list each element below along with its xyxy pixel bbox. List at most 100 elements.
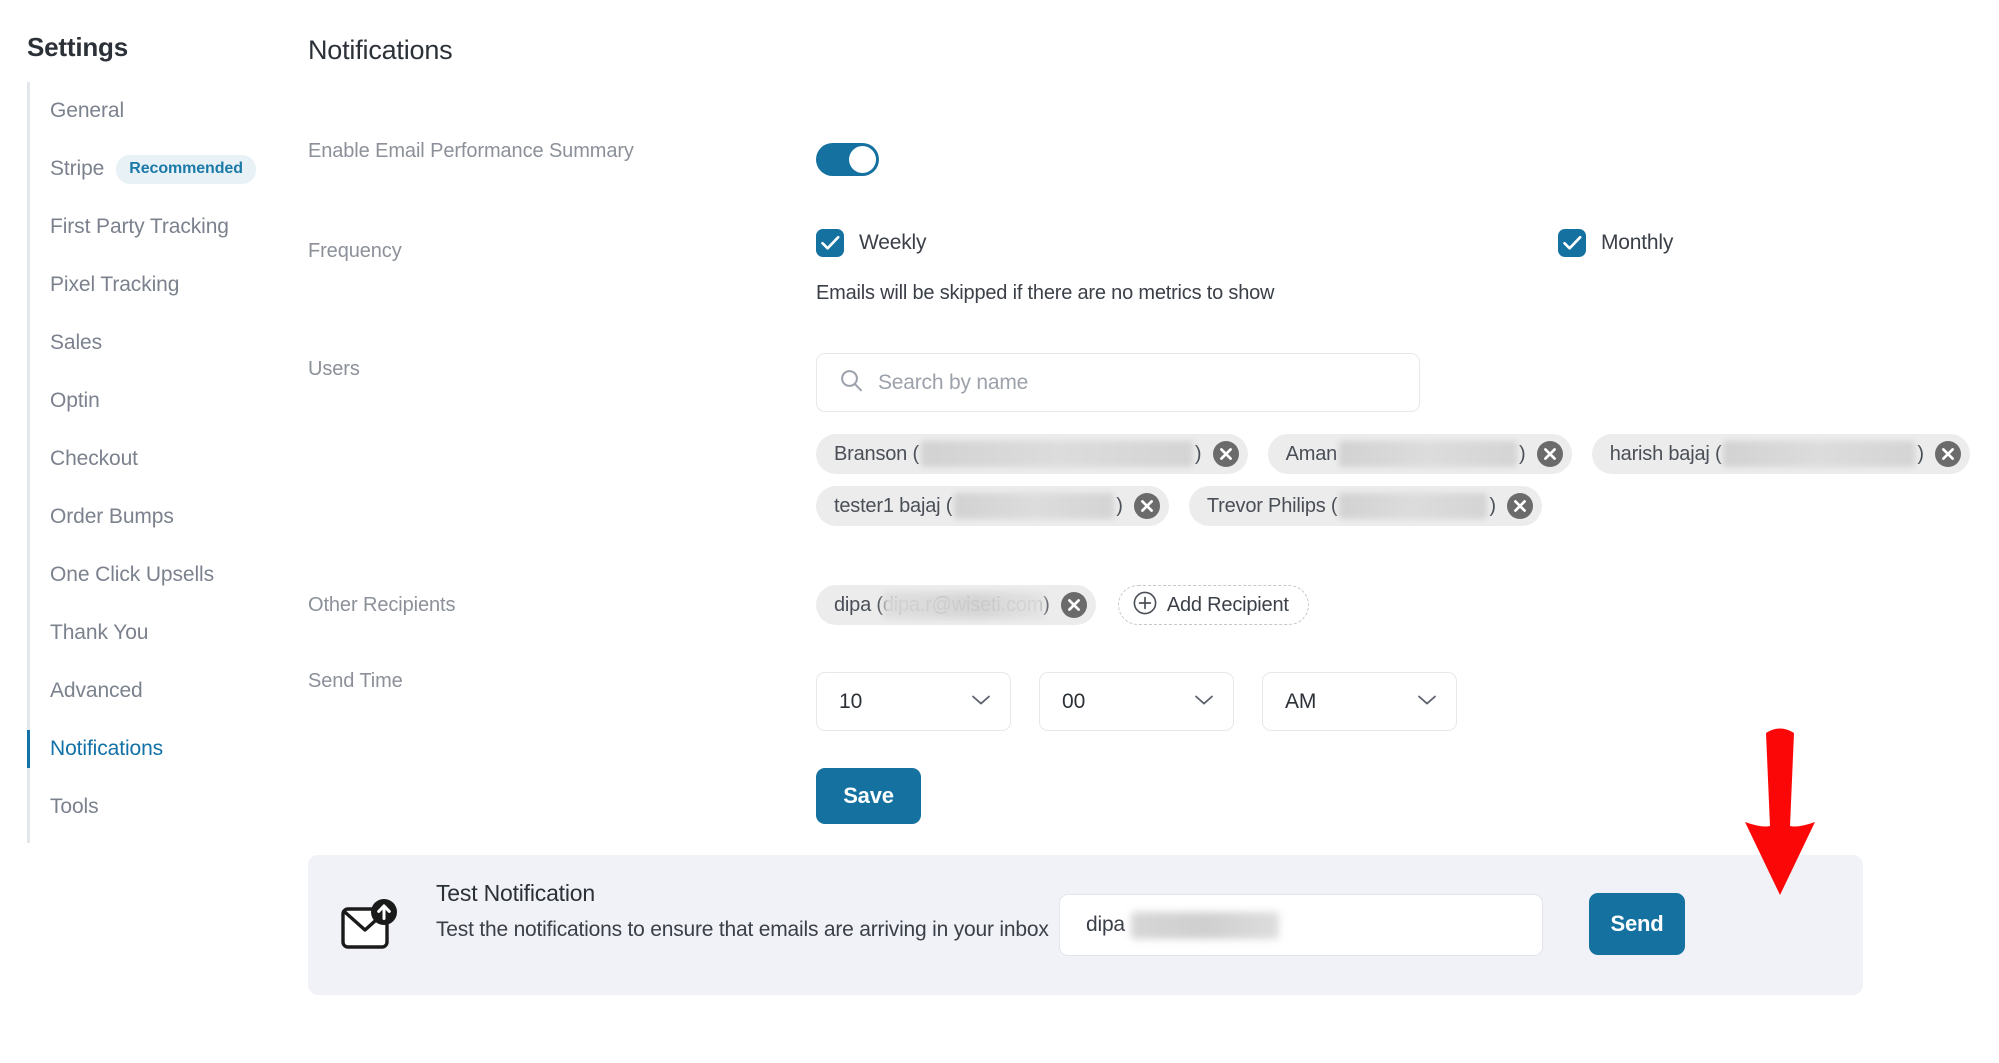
sidebar-title: Settings [27, 32, 128, 62]
chevron-down-icon [971, 693, 991, 711]
chip-paren: ) [1194, 442, 1202, 465]
select-value: 10 [839, 689, 863, 713]
notifications-panel: Notifications Enable Email Performance S… [300, 0, 1999, 1063]
send-time-meridiem-select[interactable]: AM [1262, 672, 1457, 731]
enable-summary-toggle[interactable] [816, 143, 879, 176]
sidebar-item-general[interactable]: General [27, 82, 292, 140]
active-indicator [27, 730, 30, 768]
test-email-masked [1130, 911, 1279, 939]
sidebar-item-label: First Party Tracking [50, 215, 229, 238]
toggle-knob [849, 146, 876, 173]
envelope-upload-icon [340, 899, 402, 960]
sidebar-item-pixel-tracking[interactable]: Pixel Tracking [27, 256, 292, 314]
send-time-label: Send Time [308, 670, 403, 692]
chip-name: Aman [1285, 442, 1338, 465]
search-input[interactable] [878, 370, 1358, 395]
weekly-label: Weekly [859, 231, 927, 254]
remove-chip-icon[interactable] [1536, 441, 1563, 467]
send-button[interactable]: Send [1589, 893, 1685, 955]
sidebar-item-optin[interactable]: Optin [27, 372, 292, 430]
select-value: 00 [1062, 689, 1086, 713]
test-email-field[interactable]: dipa [1059, 894, 1543, 956]
monthly-checkbox[interactable]: Monthly [1558, 229, 1673, 257]
other-recipients-label: Other Recipients [308, 594, 456, 616]
add-recipient-button[interactable]: Add Recipient [1117, 585, 1309, 625]
send-time-selects: 10 00 AM [816, 672, 1457, 731]
weekly-checkbox[interactable]: Weekly [816, 229, 926, 257]
settings-notifications-page: Settings General Stripe Recommended Firs… [0, 0, 1999, 1063]
chip-email-masked [920, 441, 1193, 467]
user-chip[interactable]: Branson ( ) [816, 434, 1248, 474]
sidebar-item-label: One Click Upsells [50, 563, 215, 586]
plus-circle-icon [1133, 591, 1157, 620]
recommended-badge: Recommended [116, 154, 256, 184]
sidebar-item-tools[interactable]: Tools [27, 778, 292, 836]
sidebar-item-sales[interactable]: Sales [27, 314, 292, 372]
user-chip[interactable]: Aman ) [1267, 434, 1572, 474]
sidebar-item-label: Stripe [50, 157, 105, 180]
send-time-minute-select[interactable]: 00 [1039, 672, 1234, 731]
chip-email-masked [1723, 441, 1916, 467]
send-time-hour-select[interactable]: 10 [816, 672, 1011, 731]
sidebar-item-label: Sales [50, 331, 103, 354]
chip-paren: ) [1116, 494, 1123, 517]
page-title: Notifications [308, 35, 453, 65]
remove-chip-icon[interactable] [1060, 592, 1087, 618]
chip-email-masked [882, 591, 1046, 619]
sidebar-item-label: Advanced [50, 679, 143, 702]
checkbox-check-icon [1558, 229, 1586, 257]
sidebar-item-first-party-tracking[interactable]: First Party Tracking [27, 198, 292, 256]
users-label: Users [308, 358, 360, 380]
sidebar-item-label: Notifications [50, 737, 164, 760]
chip-paren: ) [1489, 494, 1497, 517]
chip-paren: ) [1519, 442, 1526, 465]
save-button[interactable]: Save [816, 768, 921, 824]
selected-users-chip-list: Branson ( ) Aman ) harish bajaj ( ) test… [816, 434, 1999, 526]
sidebar-item-label: General [50, 99, 125, 122]
chip-prefix: dipa ( [834, 593, 883, 616]
chip-name: harish bajaj ( [1609, 442, 1722, 465]
chevron-down-icon [1194, 693, 1214, 711]
user-chip[interactable]: tester1 bajaj ( ) [816, 486, 1169, 526]
remove-chip-icon[interactable] [1507, 493, 1534, 519]
checkbox-check-icon [816, 229, 844, 257]
other-recipients-row: dipa ( dipa.r@wiseti.com ) Add Recipient [816, 585, 1309, 625]
test-notification-card: Test Notification Test the notifications… [308, 855, 1863, 995]
enable-summary-label: Enable Email Performance Summary [308, 140, 634, 162]
sidebar-item-label: Optin [50, 389, 100, 412]
sidebar-item-label: Tools [50, 795, 99, 818]
sidebar-item-stripe[interactable]: Stripe Recommended [27, 140, 292, 198]
remove-chip-icon[interactable] [1935, 441, 1962, 467]
chip-email-masked [1339, 493, 1488, 519]
monthly-label: Monthly [1601, 231, 1674, 254]
chevron-down-icon [1417, 693, 1437, 711]
sidebar-item-label: Thank You [50, 621, 149, 644]
chip-name: Trevor Philips ( [1206, 494, 1338, 517]
test-notification-subtitle: Test the notifications to ensure that em… [436, 918, 1049, 941]
user-search-box[interactable] [816, 353, 1420, 412]
remove-chip-icon[interactable] [1212, 441, 1239, 467]
user-chip[interactable]: harish bajaj ( ) [1591, 434, 1971, 474]
user-chip[interactable]: Trevor Philips ( ) [1188, 486, 1543, 526]
test-email-value: dipa [1086, 911, 1279, 939]
sidebar-item-thank-you[interactable]: Thank You [27, 604, 292, 662]
sidebar-item-advanced[interactable]: Advanced [27, 662, 292, 720]
chip-name: tester1 bajaj ( [834, 494, 953, 517]
sidebar-item-label: Order Bumps [50, 505, 174, 528]
add-recipient-label: Add Recipient [1166, 593, 1289, 616]
settings-sidebar: Settings General Stripe Recommended Firs… [0, 0, 300, 1063]
frequency-label: Frequency [308, 240, 402, 262]
sidebar-item-checkout[interactable]: Checkout [27, 430, 292, 488]
chip-email-masked [1339, 441, 1518, 467]
sidebar-item-label: Checkout [50, 447, 138, 470]
chip-email-masked [954, 493, 1115, 519]
chip-email: dipa.r@wiseti.com [882, 591, 1046, 619]
chip-paren: ) [1917, 442, 1925, 465]
search-icon [839, 368, 864, 398]
sidebar-nav: General Stripe Recommended First Party T… [27, 82, 292, 843]
recipient-chip[interactable]: dipa ( dipa.r@wiseti.com ) [816, 585, 1096, 625]
sidebar-item-notifications[interactable]: Notifications [27, 720, 292, 778]
remove-chip-icon[interactable] [1133, 493, 1160, 519]
sidebar-item-order-bumps[interactable]: Order Bumps [27, 488, 292, 546]
sidebar-item-one-click-upsells[interactable]: One Click Upsells [27, 546, 292, 604]
